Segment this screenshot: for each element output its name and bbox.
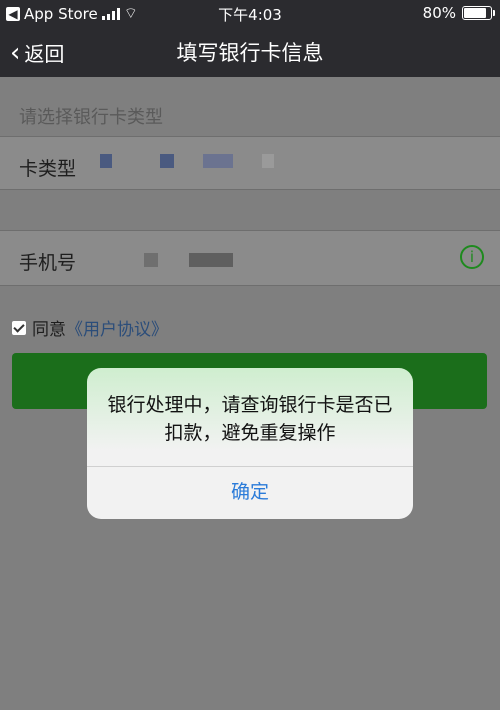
phone-label: 手机号 [19, 252, 77, 274]
phone-value-redacted [144, 253, 158, 267]
card-type-value-redacted [160, 154, 174, 168]
card-type-row[interactable]: 卡类型 [0, 136, 500, 190]
alert-dialog: 银行处理中，请查询银行卡是否已扣款，避免重复操作 确定 [87, 368, 413, 519]
card-type-value-redacted [100, 154, 112, 168]
alert-confirm-button[interactable]: 确定 [87, 466, 413, 519]
phone-value-redacted [189, 253, 233, 267]
status-bar: ◀ App Store ⌔ 下午4:03 80% [0, 0, 500, 26]
card-type-value-redacted [262, 154, 274, 168]
battery-icon [462, 6, 495, 20]
phone-row[interactable]: 手机号 i [0, 230, 500, 286]
agreement-link[interactable]: 《用户协议》 [66, 315, 168, 340]
battery-percent: 80% [422, 4, 456, 22]
card-type-value-redacted [203, 154, 233, 168]
agree-text: 同意 [32, 320, 66, 340]
agree-checkbox[interactable] [12, 320, 26, 335]
nav-bar: ‹ 返回 填写银行卡信息 [0, 26, 500, 77]
agreement[interactable]: 同意 《用户协议》 [12, 315, 168, 340]
card-type-label: 卡类型 [19, 158, 77, 180]
section-label: 请选择银行卡类型 [19, 107, 163, 128]
info-icon[interactable]: i [460, 245, 484, 269]
status-right: 80% [422, 4, 495, 22]
page-title: 填写银行卡信息 [176, 41, 324, 65]
alert-message: 银行处理中，请查询银行卡是否已扣款，避免重复操作 [107, 394, 393, 444]
